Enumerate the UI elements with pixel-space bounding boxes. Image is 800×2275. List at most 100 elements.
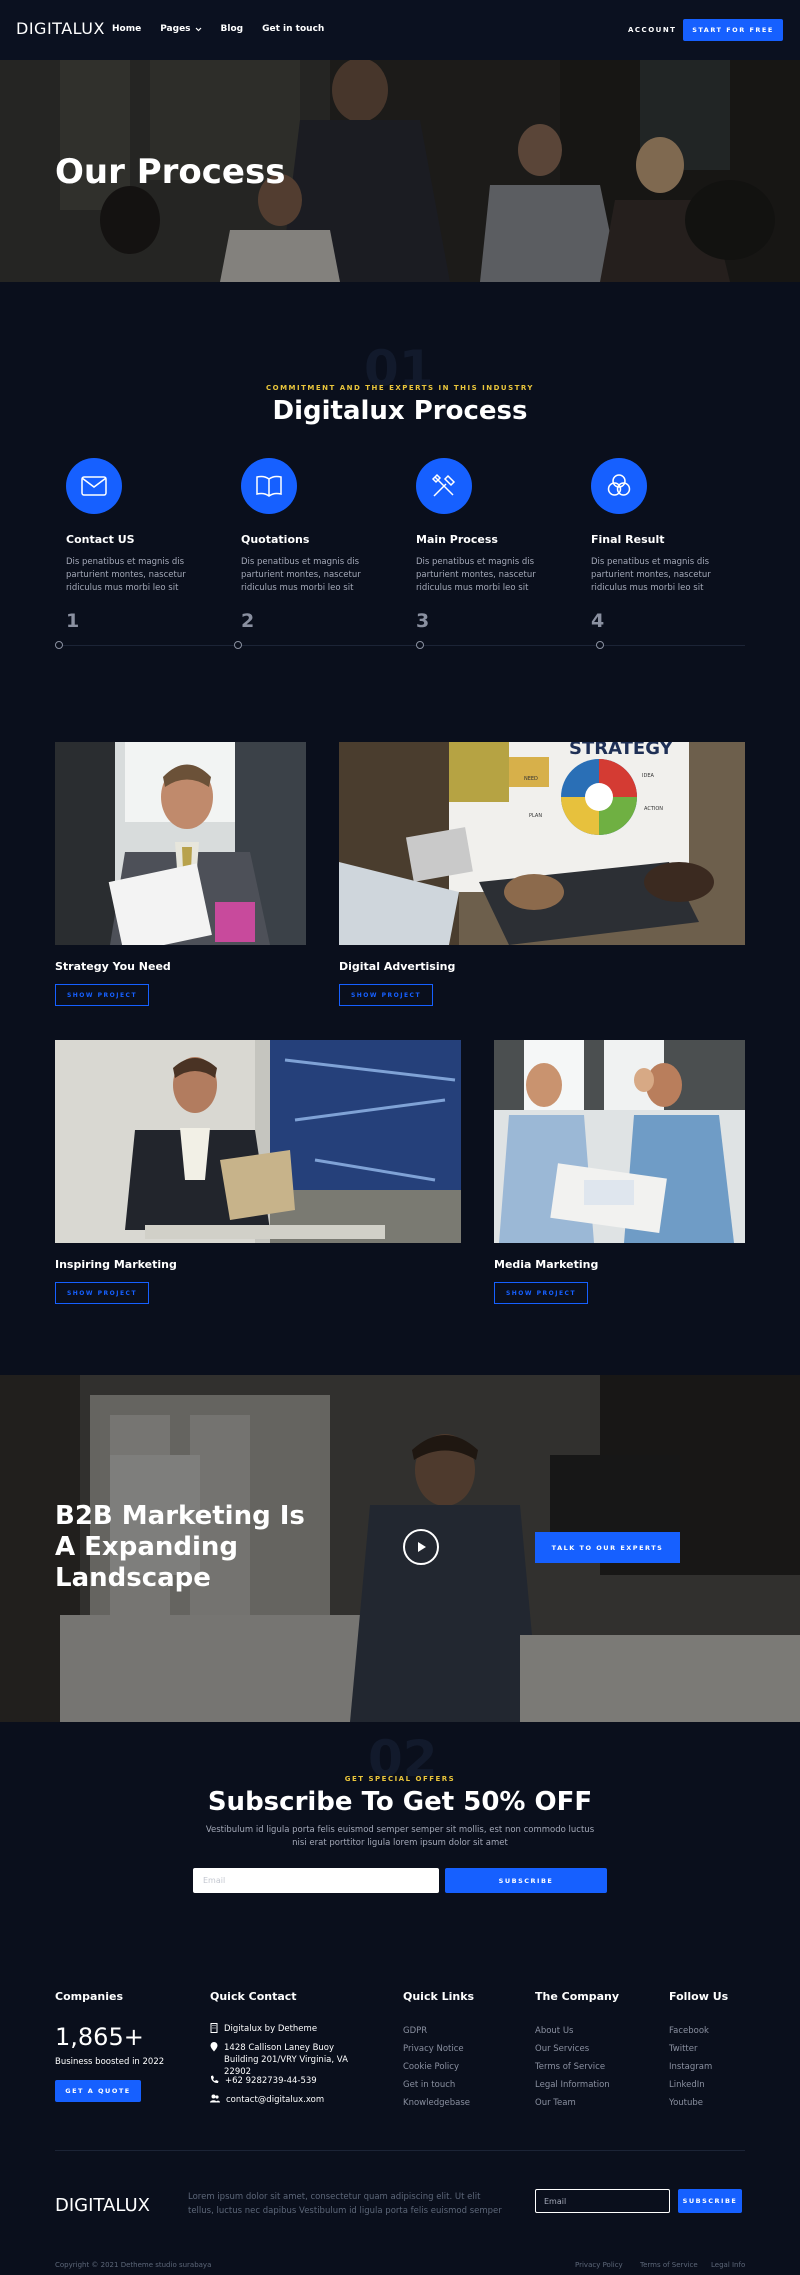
b2b-banner: B2B Marketing Is A Expanding Landscape T… xyxy=(0,1375,800,1722)
footer-subscribe-button[interactable]: SUBSCRIBE xyxy=(678,2189,742,2213)
laptop-man-photo xyxy=(55,1040,461,1243)
legal-link-terms[interactable]: Terms of Service xyxy=(640,2261,698,2269)
footer-email-input[interactable]: Email xyxy=(535,2189,670,2213)
footer-heading-companies: Companies xyxy=(55,1990,123,2003)
contact-phone[interactable]: +62 9282739-44-539 xyxy=(210,2075,317,2087)
strategy-board-word: PLAN xyxy=(529,813,542,819)
get-a-quote-button[interactable]: GET A QUOTE xyxy=(55,2080,141,2102)
footer-link-get-in-touch[interactable]: Get in touch xyxy=(403,2080,455,2090)
start-for-free-button[interactable]: START FOR FREE xyxy=(683,19,783,41)
footer-link-our-services[interactable]: Our Services xyxy=(535,2044,589,2054)
subscribe-button[interactable]: SUBSCRIBE xyxy=(445,1868,607,1893)
footer-heading-company: The Company xyxy=(535,1990,620,2003)
footer-link-legal-information[interactable]: Legal Information xyxy=(535,2080,610,2090)
step-number: 3 xyxy=(416,610,430,632)
book-icon xyxy=(256,475,282,497)
building-icon xyxy=(210,2023,218,2033)
contact-email-text: contact@digitalux.xom xyxy=(226,2095,325,2105)
contact-email[interactable]: contact@digitalux.xom xyxy=(210,2094,324,2106)
contact-company: Digitalux by Detheme xyxy=(210,2023,317,2035)
footer-link-about-us[interactable]: About Us xyxy=(535,2026,573,2036)
strategy-board-title: STRATEGY xyxy=(569,742,674,759)
show-project-button[interactable]: SHOW PROJECT xyxy=(55,1282,149,1304)
talk-to-experts-button[interactable]: TALK TO OUR EXPERTS xyxy=(535,1532,680,1563)
business-count: 1,865+ xyxy=(55,2023,144,2051)
social-link-youtube[interactable]: Youtube xyxy=(669,2098,703,2108)
step-text: Dis penatibus et magnis dis parturient m… xyxy=(416,557,536,593)
process-step: Quotations Dis penatibus et magnis dis p… xyxy=(241,458,391,632)
social-link-twitter[interactable]: Twitter xyxy=(669,2044,698,2054)
footer-heading-quick-links: Quick Links xyxy=(403,1990,475,2003)
timeline-dot xyxy=(55,641,63,649)
users-icon xyxy=(210,2094,220,2103)
show-project-button[interactable]: SHOW PROJECT xyxy=(55,984,149,1006)
show-project-button[interactable]: SHOW PROJECT xyxy=(494,1282,588,1304)
footer-link-gdpr[interactable]: GDPR xyxy=(403,2026,427,2036)
footer-link-our-team[interactable]: Our Team xyxy=(535,2098,576,2108)
menu-pages-label: Pages xyxy=(160,24,191,34)
copyright-text: Copyright © 2021 Detheme studio surabaya xyxy=(55,2261,212,2269)
project-image[interactable]: STRATEGY NEED IDEA PLAN ACTION xyxy=(339,742,745,945)
contact-phone-text: +62 9282739-44-539 xyxy=(225,2076,317,2086)
project-title[interactable]: Digital Advertising xyxy=(339,960,455,973)
chevron-down-icon xyxy=(195,27,201,31)
footer-link-terms-of-service[interactable]: Terms of Service xyxy=(535,2062,605,2072)
timeline-dot xyxy=(416,641,424,649)
step-title: Final Result xyxy=(591,533,665,546)
social-link-linkedin[interactable]: LinkedIn xyxy=(669,2080,705,2090)
footer-description: Lorem ipsum dolor sit amet, consectetur … xyxy=(188,2192,502,2216)
project-title[interactable]: Media Marketing xyxy=(494,1258,598,1271)
footer-heading-contact: Quick Contact xyxy=(210,1990,297,2003)
strategy-board-photo: STRATEGY NEED IDEA PLAN ACTION xyxy=(339,742,745,945)
circles-icon xyxy=(607,474,631,496)
step-number: 1 xyxy=(66,610,80,632)
brand-logo[interactable]: DIGITALUX xyxy=(16,19,105,38)
play-video-button[interactable] xyxy=(403,1529,439,1565)
account-link[interactable]: ACCOUNT xyxy=(628,26,676,34)
menu-pages[interactable]: Pages xyxy=(160,24,201,34)
play-icon xyxy=(418,1542,426,1552)
subscribe-eyebrow: GET SPECIAL OFFERS xyxy=(344,1775,456,1783)
team-meeting-photo xyxy=(494,1040,745,1243)
footer-link-cookie-policy[interactable]: Cookie Policy xyxy=(403,2062,459,2072)
legal-link-privacy[interactable]: Privacy Policy xyxy=(575,2261,623,2269)
footer-link-privacy-notice[interactable]: Privacy Notice xyxy=(403,2044,464,2054)
top-navbar: DIGITALUX Home Pages Blog Get in touch A… xyxy=(0,0,800,60)
step-icon-circle xyxy=(416,458,472,514)
social-link-facebook[interactable]: Facebook xyxy=(669,2026,709,2036)
social-link-instagram[interactable]: Instagram xyxy=(669,2062,712,2072)
step-title: Quotations xyxy=(241,533,310,546)
step-title: Contact US xyxy=(66,533,135,546)
project-image[interactable] xyxy=(55,742,306,945)
envelope-icon xyxy=(81,476,107,496)
contact-company-text: Digitalux by Detheme xyxy=(224,2024,318,2034)
tools-icon xyxy=(431,473,456,497)
step-icon-circle xyxy=(66,458,122,514)
menu-home[interactable]: Home xyxy=(112,24,141,34)
menu-get-in-touch[interactable]: Get in touch xyxy=(262,24,324,34)
footer-logo[interactable]: DIGITALUX xyxy=(55,2195,150,2216)
b2b-title: B2B Marketing Is A Expanding Landscape xyxy=(55,1501,305,1593)
strategy-board-word: ACTION xyxy=(644,806,663,812)
project-title[interactable]: Strategy You Need xyxy=(55,960,171,973)
project-image[interactable] xyxy=(494,1040,745,1243)
footer-link-knowledgebase[interactable]: Knowledgebase xyxy=(403,2098,470,2108)
phone-icon xyxy=(210,2075,219,2084)
step-icon-circle xyxy=(241,458,297,514)
subscribe-email-input[interactable]: Email xyxy=(193,1868,439,1893)
main-menu: Home Pages Blog Get in touch xyxy=(112,24,324,34)
legal-link-legal-info[interactable]: Legal Info xyxy=(711,2261,745,2269)
project-image[interactable] xyxy=(55,1040,461,1243)
step-text: Dis penatibus et magnis dis parturient m… xyxy=(66,557,186,593)
contact-address: 1428 Callison Laney Buoy Building 201/VR… xyxy=(210,2042,355,2078)
process-step: Contact US Dis penatibus et magnis dis p… xyxy=(66,458,216,632)
menu-blog[interactable]: Blog xyxy=(221,24,244,34)
business-caption: Business boosted in 2022 xyxy=(55,2057,165,2067)
step-text: Dis penatibus et magnis dis parturient m… xyxy=(241,557,361,593)
project-title[interactable]: Inspiring Marketing xyxy=(55,1258,177,1271)
show-project-button[interactable]: SHOW PROJECT xyxy=(339,984,433,1006)
subscribe-text: Vestibulum id ligula porta felis euismod… xyxy=(205,1825,595,1848)
contact-address-text: 1428 Callison Laney Buoy Building 201/VR… xyxy=(224,2043,348,2077)
page-title: Our Process xyxy=(55,152,286,192)
process-timeline xyxy=(55,645,745,646)
